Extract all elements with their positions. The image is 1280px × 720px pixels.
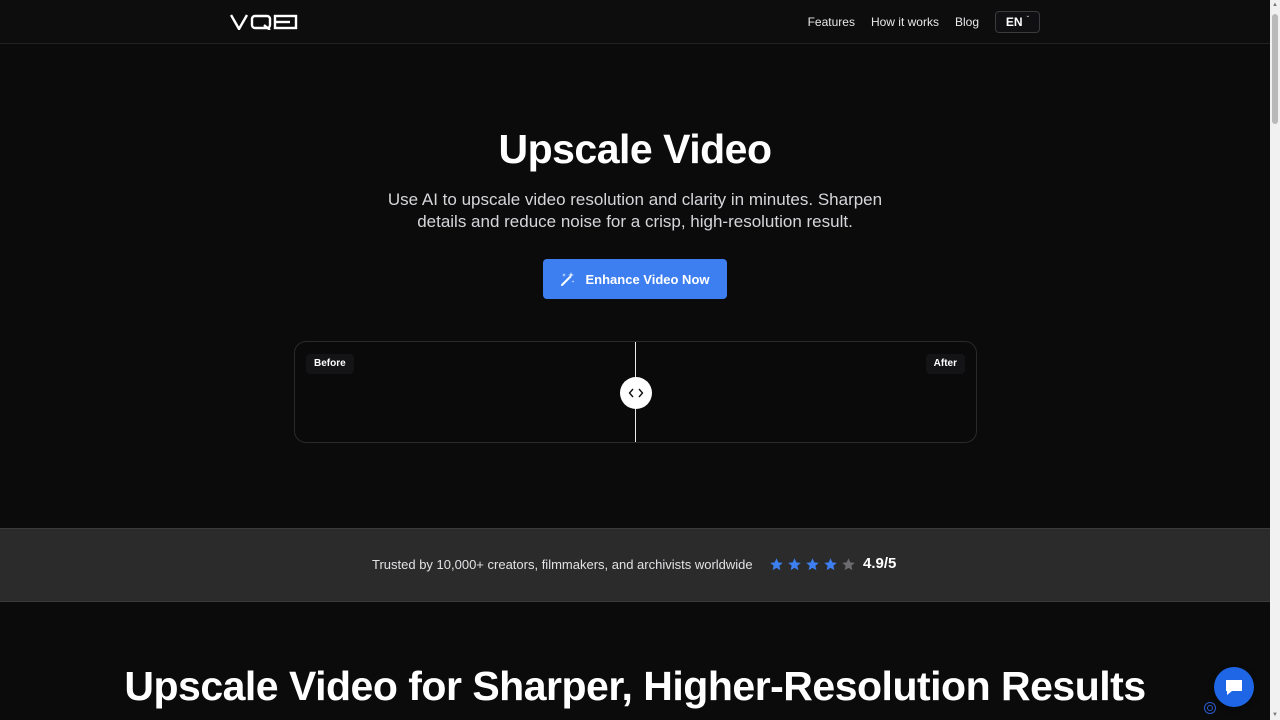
rating-value: 4.9/5 [863,555,897,572]
scroll-down-arrow-icon[interactable]: ▼ [1272,712,1278,718]
nav-link-how-it-works[interactable]: How it works [871,11,939,33]
hero-subtitle: Use AI to upscale video resolution and c… [387,190,883,231]
after-label: After [925,354,965,374]
comparison-slider-handle[interactable] [620,377,652,409]
chat-bubble-icon [1226,680,1242,695]
language-selector[interactable]: EN ˇ [995,11,1040,33]
star-rating [769,557,856,572]
logo-mark-icon [230,14,298,30]
language-code: EN [1005,15,1023,29]
hero-title: Upscale Video [498,126,772,172]
chat-launcher-button[interactable] [1214,667,1254,707]
brand-logo[interactable] [230,13,298,31]
before-label: Before [306,354,354,374]
page-scrollbar[interactable]: ▲ ▼ [1270,0,1280,720]
top-navigation-bar: Features How it works Blog EN ˇ [0,0,1270,44]
nav-link-features[interactable]: Features [808,11,855,33]
star-empty-icon [842,558,855,571]
chevron-down-icon: ˇ [1026,14,1030,24]
main-nav: Features How it works Blog EN ˇ [808,11,1040,33]
scrollbar-thumb[interactable] [1272,14,1278,124]
chevrons-left-right-icon [628,388,644,398]
star-filled-icon [770,558,783,571]
recaptcha-badge-icon [1204,702,1216,714]
scroll-up-arrow-icon[interactable]: ▲ [1272,2,1278,8]
section-title: Upscale Video for Sharper, Higher-Resolu… [124,663,1146,709]
nav-link-blog[interactable]: Blog [955,11,979,33]
magic-wand-icon [561,272,575,286]
before-after-comparison[interactable]: Before After [294,341,977,443]
star-filled-icon [806,558,819,571]
enhance-video-label: Enhance Video Now [585,271,710,287]
trust-statement: Trusted by 10,000+ creators, filmmakers,… [372,557,753,572]
star-filled-icon [788,558,801,571]
star-filled-icon [824,558,837,571]
trust-band: Trusted by 10,000+ creators, filmmakers,… [0,528,1270,602]
enhance-video-button[interactable]: Enhance Video Now [543,259,727,299]
